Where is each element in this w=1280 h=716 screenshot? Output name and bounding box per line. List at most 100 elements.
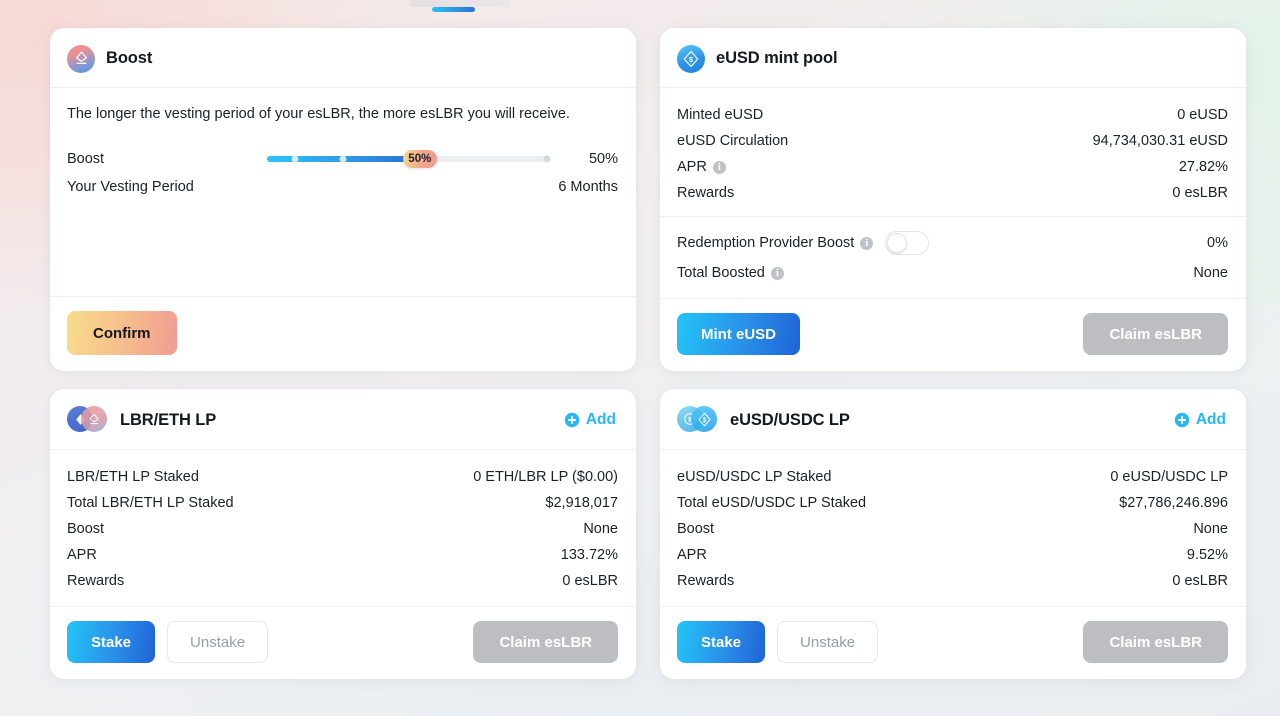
boost-card-header: Boost	[50, 28, 636, 88]
boost-slider[interactable]: 50%	[267, 150, 551, 168]
active-tab-indicator[interactable]	[432, 7, 475, 12]
add-link-label: Add	[585, 411, 616, 428]
row-label: Boost	[67, 521, 105, 537]
table-row: Rewards 0 esLBR	[67, 568, 618, 594]
claim-eslbr-button[interactable]: Claim esLBR	[1083, 313, 1228, 355]
vesting-period-value: 6 Months	[558, 179, 618, 195]
row-label: Rewards	[67, 573, 125, 589]
row-value: $2,918,017	[545, 495, 618, 511]
total-boosted-value: None	[1193, 265, 1228, 281]
slider-thumb[interactable]: 50%	[402, 150, 437, 168]
apr-label: APR	[677, 159, 707, 175]
row-value: 0 eUSD/USDC LP	[1110, 469, 1228, 485]
row-value: 133.72%	[560, 547, 618, 563]
vesting-period-label: Your Vesting Period	[67, 179, 194, 195]
boost-card-footer: Confirm	[50, 296, 636, 371]
lbr-eth-card-footer: Stake Unstake Claim esLBR	[50, 606, 636, 679]
lbr-eth-lp-card: LBR/ETH LP Add LBR/ETH LP Staked 0 ETH/L…	[50, 389, 636, 679]
eusd-usdc-pair-icon: $ $	[677, 405, 719, 435]
row-label: Total LBR/ETH LP Staked	[67, 495, 234, 511]
table-row: Rewards 0 esLBR	[677, 180, 1228, 206]
redemption-boost-label: Redemption Provider Boost	[677, 235, 855, 251]
confirm-button[interactable]: Confirm	[67, 311, 177, 355]
eusd-icon: $	[691, 406, 717, 432]
table-row: eUSD/USDC LP Staked 0 eUSD/USDC LP	[677, 464, 1228, 490]
row-label: LBR/ETH LP Staked	[67, 469, 199, 485]
lbr-eth-card-header: LBR/ETH LP Add	[50, 389, 636, 450]
table-row: eUSD Circulation 94,734,030.31 eUSD	[677, 128, 1228, 154]
table-row: APR 9.52%	[677, 542, 1228, 568]
stake-button[interactable]: Stake	[67, 621, 156, 663]
plus-circle-icon	[1174, 412, 1190, 428]
redemption-provider-boost-row: Redemption Provider Boost i 0%	[677, 226, 1228, 260]
row-value: 27.82%	[1178, 159, 1228, 175]
info-icon[interactable]: i	[712, 160, 726, 174]
row-label: Total Boosted i	[677, 265, 784, 281]
plus-circle-icon	[564, 412, 580, 428]
row-label: eUSD/USDC LP Staked	[677, 469, 832, 485]
toggle-knob	[887, 233, 908, 253]
row-value: None	[1193, 521, 1228, 537]
lybra-boost-icon	[67, 44, 95, 73]
eusd-usdc-card-title: eUSD/USDC LP	[730, 410, 850, 429]
info-icon[interactable]: i	[860, 236, 874, 250]
row-label: eUSD Circulation	[677, 133, 789, 149]
table-row: APR 133.72%	[67, 542, 618, 568]
eusd-usdc-lp-card: $ $ eUSD/USDC LP Add eUSD/USDC LP Staked…	[660, 389, 1246, 679]
eusd-icon: $	[677, 44, 705, 73]
table-row: APR i 27.82%	[677, 154, 1228, 180]
row-label: Redemption Provider Boost i	[677, 231, 930, 255]
lbr-eth-card-body: LBR/ETH LP Staked 0 ETH/LBR LP ($0.00) T…	[50, 450, 636, 606]
mint-eusd-button[interactable]: Mint eUSD	[677, 313, 800, 355]
boost-slider-row: Boost 50% 50%	[67, 144, 618, 174]
row-label: Total eUSD/USDC LP Staked	[677, 495, 867, 511]
slider-mark	[543, 155, 551, 163]
row-value: $27,786,246.896	[1119, 495, 1228, 511]
boost-slider-label: Boost	[67, 151, 105, 167]
row-value: 9.52%	[1186, 547, 1228, 563]
claim-eslbr-button[interactable]: Claim esLBR	[1083, 621, 1228, 663]
redemption-boost-value: 0%	[1207, 235, 1228, 251]
tab-strip	[0, 0, 1280, 18]
mint-pool-card-footer: Mint eUSD Claim esLBR	[660, 298, 1246, 371]
svg-text:$: $	[689, 55, 694, 64]
row-value: 0 ETH/LBR LP ($0.00)	[473, 469, 618, 485]
total-boosted-row: Total Boosted i None	[677, 260, 1228, 286]
row-value: 0 esLBR	[1172, 573, 1228, 589]
boost-card-body: The longer the vesting period of your es…	[50, 88, 636, 296]
boost-description: The longer the vesting period of your es…	[67, 106, 570, 122]
eusd-usdc-card-footer: Stake Unstake Claim esLBR	[660, 606, 1246, 679]
row-value: 0 esLBR	[562, 573, 618, 589]
row-value: None	[583, 521, 618, 537]
row-value: 94,734,030.31 eUSD	[1092, 133, 1228, 149]
add-liquidity-link[interactable]: Add	[564, 411, 618, 429]
svg-text:$: $	[702, 417, 706, 424]
mint-pool-card-title: eUSD mint pool	[716, 49, 838, 67]
tab-bar-ghost	[410, 0, 510, 7]
table-row: Total LBR/ETH LP Staked $2,918,017	[67, 490, 618, 516]
claim-eslbr-button[interactable]: Claim esLBR	[473, 621, 618, 663]
vesting-period-row: Your Vesting Period 6 Months	[67, 174, 618, 200]
slider-mark	[339, 155, 347, 163]
total-boosted-label: Total Boosted	[677, 265, 765, 281]
boost-slider-value: 50%	[588, 151, 618, 167]
eusd-mint-pool-card: $ eUSD mint pool Minted eUSD 0 eUSD eUSD…	[660, 28, 1246, 371]
lbr-eth-card-title: LBR/ETH LP	[120, 410, 217, 429]
info-icon[interactable]: i	[770, 266, 784, 280]
row-label: APR	[677, 547, 707, 563]
eusd-usdc-card-body: eUSD/USDC LP Staked 0 eUSD/USDC LP Total…	[660, 450, 1246, 606]
unstake-button[interactable]: Unstake	[777, 621, 879, 663]
table-row: Boost None	[67, 516, 618, 542]
table-row: Minted eUSD 0 eUSD	[677, 102, 1228, 128]
eusd-usdc-card-header: $ $ eUSD/USDC LP Add	[660, 389, 1246, 450]
stake-button[interactable]: Stake	[677, 621, 766, 663]
table-row: Boost None	[677, 516, 1228, 542]
redemption-boost-toggle[interactable]	[885, 231, 930, 255]
add-liquidity-link[interactable]: Add	[1174, 411, 1228, 429]
unstake-button[interactable]: Unstake	[167, 621, 269, 663]
row-label: Boost	[677, 521, 715, 537]
divider	[660, 206, 1246, 217]
table-row: Rewards 0 esLBR	[677, 568, 1228, 594]
row-value: 0 eUSD	[1177, 107, 1228, 123]
row-value: 0 esLBR	[1172, 185, 1228, 201]
